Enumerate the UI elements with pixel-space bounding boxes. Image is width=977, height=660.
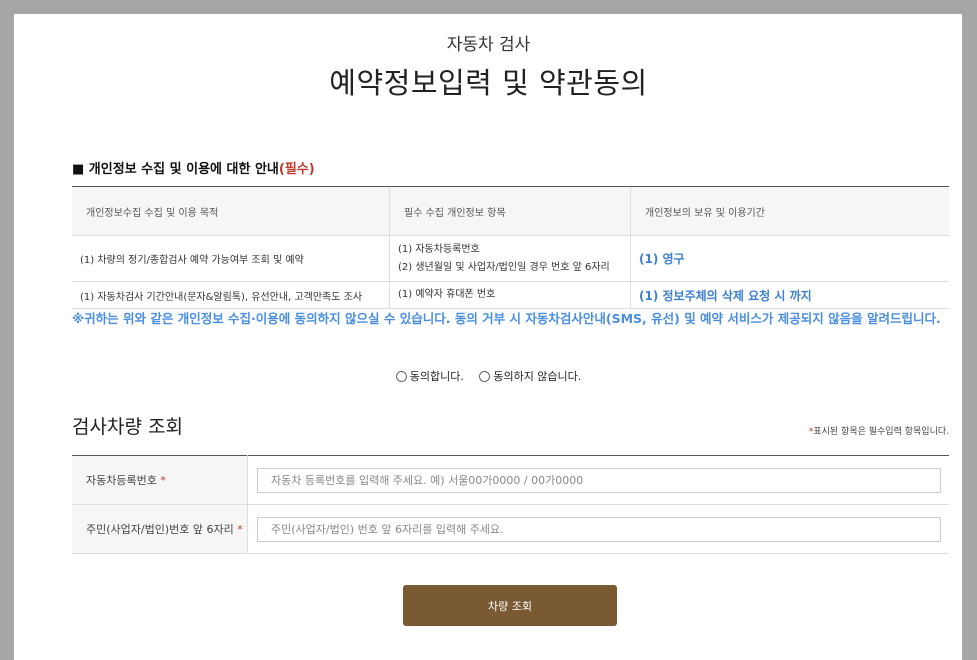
privacy-section-title-text: ■ 개인정보 수집 및 이용에 대한 안내 — [72, 162, 279, 177]
item-line: (1) 자동차등록번호 — [398, 243, 480, 255]
id-number-input[interactable] — [257, 516, 941, 542]
column-header-items: 필수 수집 개인정보 항목 — [389, 186, 631, 236]
vehicle-lookup-button[interactable]: 차량 조회 — [403, 585, 617, 626]
consent-radio-group: 동의합니다. 동의하지 않습니다. — [0, 368, 977, 385]
item-line: (2) 생년월일 및 사업자/법인일 경우 번호 앞 6자리 — [398, 261, 610, 273]
registration-number-label: 자동차등록번호 — [86, 474, 157, 487]
id-number-label: 주민(사업자/법인)번호 앞 6자리 — [86, 523, 234, 536]
column-header-period: 개인정보의 보유 및 이용기간 — [630, 186, 949, 236]
page-subtitle: 자동차 검사 — [446, 35, 531, 55]
required-star: * — [237, 523, 243, 536]
agree-radio[interactable]: 동의합니다. — [395, 368, 464, 384]
period-cell: (1) 정보주체의 삭제 요청 시 까지 — [630, 281, 949, 309]
field-label: 자동차등록번호 * — [72, 455, 248, 505]
required-tag: (필수) — [278, 162, 315, 177]
consent-notice: ※귀하는 위와 같은 개인정보 수집·이용에 동의하지 않으실 수 있습니다. … — [72, 311, 941, 326]
required-note-text: 표시된 항목은 필수입력 항목입니다. — [813, 427, 949, 437]
agree-label: 동의합니다. — [409, 370, 464, 383]
privacy-section-title: ■ 개인정보 수집 및 이용에 대한 안내(필수) — [72, 158, 315, 177]
table-row: (1) 차량의 정기/종합검사 예약 가능여부 조회 및 예약 (1) 자동차등… — [72, 235, 949, 282]
lookup-form: 자동차등록번호 * 주민(사업자/법인)번호 앞 6자리 * — [72, 455, 949, 554]
purpose-cell: (1) 차량의 정기/종합검사 예약 가능여부 조회 및 예약 — [72, 235, 390, 282]
period-cell: (1) 영구 — [630, 235, 949, 282]
table-row: (1) 자동차검사 기간안내(문자&알림톡), 유선안내, 고객만족도 조사 (… — [72, 281, 949, 309]
radio-circle-icon[interactable] — [479, 370, 491, 382]
table-header-row: 개인정보수집 수집 및 이용 목적 필수 수집 개인정보 항목 개인정보의 보유… — [72, 186, 949, 236]
purpose-cell: (1) 자동차검사 기간안내(문자&알림톡), 유선안내, 고객만족도 조사 — [72, 281, 390, 309]
form-row: 주민(사업자/법인)번호 앞 6자리 * — [72, 504, 949, 554]
lookup-section-title: 검사차량 조회 — [72, 416, 183, 438]
items-cell: (1) 예약자 휴대폰 번호 — [389, 281, 631, 309]
radio-circle-icon[interactable] — [395, 370, 407, 382]
field-cell — [247, 455, 949, 505]
required-note: *표시된 항목은 필수입력 항목입니다. — [809, 424, 949, 437]
privacy-info-table: 개인정보수집 수집 및 이용 목적 필수 수집 개인정보 항목 개인정보의 보유… — [72, 186, 949, 309]
items-cell: (1) 자동차등록번호 (2) 생년월일 및 사업자/법인일 경우 번호 앞 6… — [389, 235, 631, 282]
field-label: 주민(사업자/법인)번호 앞 6자리 * — [72, 504, 248, 554]
required-star: * — [160, 474, 166, 487]
disagree-radio[interactable]: 동의하지 않습니다. — [479, 368, 581, 384]
content-panel — [14, 14, 962, 660]
field-cell — [247, 504, 949, 554]
form-row: 자동차등록번호 * — [72, 455, 949, 505]
disagree-label: 동의하지 않습니다. — [493, 370, 582, 383]
item-line: (1) 예약자 휴대폰 번호 — [398, 289, 496, 300]
registration-number-input[interactable] — [257, 467, 941, 493]
page-title: 예약정보입력 및 약관동의 — [329, 66, 648, 100]
column-header-purpose: 개인정보수집 수집 및 이용 목적 — [72, 186, 390, 236]
